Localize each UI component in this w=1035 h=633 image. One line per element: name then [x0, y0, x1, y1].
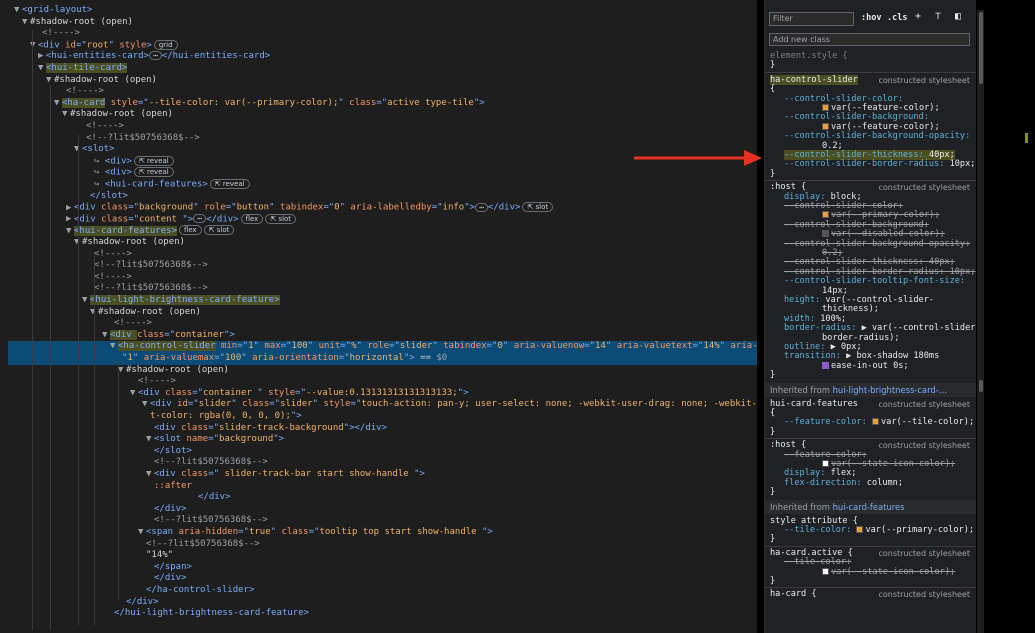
dom-node-line[interactable]: ▼ <hui-tile-card> — [0, 63, 757, 75]
dom-node-line[interactable]: </div> — [0, 504, 757, 516]
style-declaration[interactable]: --tile-color: var(--primary-color); — [770, 525, 974, 535]
close-brace: } — [770, 534, 776, 545]
dom-node-line[interactable]: ▼ #shadow-root (open) — [0, 17, 757, 29]
dom-node-line[interactable]: <!--?lit$50756368$--> — [0, 457, 757, 469]
dom-node-line[interactable]: ▼ <ha-control-slider min="1" max="100" un… — [8, 341, 757, 353]
add-class-input[interactable]: Add new class — [769, 33, 970, 46]
dom-node-line[interactable]: ▼ <div class=" slider-track-bar start sho… — [0, 469, 757, 481]
close-brace: } — [770, 576, 776, 586]
dom-node-line[interactable]: ▼ <hui-light-brightness-card-feature> — [0, 295, 757, 307]
dom-node-line[interactable]: ▼ <slot name="background"> — [0, 434, 757, 446]
page-marker — [1025, 133, 1028, 143]
indent-guide — [118, 360, 119, 600]
red-arrow-annotation — [634, 150, 762, 166]
dom-node-line[interactable]: </slot> — [0, 446, 757, 458]
dom-node-line[interactable]: ▼ <span aria-hidden="true" class="tooltip… — [0, 527, 757, 539]
dom-node-line[interactable]: <!----> — [0, 86, 757, 98]
filter-input[interactable]: Filter — [769, 12, 854, 26]
dom-node-line[interactable]: ▶ <div class="content "> ⋯ </div> flex ⇱ slot — [0, 213, 757, 226]
dom-node-line[interactable]: <!----> — [0, 249, 757, 261]
dom-node-line[interactable]: "14%" — [0, 550, 757, 562]
indent-guide — [94, 255, 95, 625]
close-brace: } — [770, 60, 776, 71]
dom-node-line[interactable]: ▼ <div class="container " style="--value:… — [0, 388, 757, 400]
styles-scrollbar[interactable] — [977, 10, 984, 633]
inherited-from-header: Inherited from hui-card-features — [765, 499, 976, 514]
section-divider — [765, 545, 976, 547]
dom-node-line[interactable]: <!----> — [0, 28, 757, 40]
dom-node-line[interactable]: </div> — [0, 492, 757, 504]
close-brace: } — [770, 370, 776, 381]
dom-node-line[interactable]: <!----> — [0, 318, 757, 330]
dom-node-line[interactable]: <!----> — [0, 121, 757, 133]
inherited-link[interactable]: hui-light-brightness-card-… — [833, 385, 948, 395]
page-strip — [985, 0, 1035, 633]
dom-node-line[interactable]: </span> — [0, 562, 757, 574]
dom-node-line[interactable]: <!--?lit$50756368$--> — [0, 539, 757, 551]
paint-icon[interactable]: ⊤ — [935, 11, 941, 22]
dom-node-line[interactable]: <!--?lit$50756368$--> — [0, 283, 757, 295]
indent-guide — [50, 85, 51, 630]
dom-node-line[interactable]: <!----> — [0, 272, 757, 284]
dom-node-line[interactable]: ↪ <hui-card-features> ⇱ reveal — [0, 179, 757, 191]
scroll-thumb-secondary[interactable] — [979, 380, 983, 392]
dom-node-line[interactable]: <!--?lit$50756368$--> — [0, 515, 757, 527]
hov-toggle[interactable]: :hov — [861, 13, 881, 23]
dom-node-line[interactable]: <div class="slider-track-background"></d… — [0, 423, 757, 435]
dom-node-line[interactable]: ▼ <ha-card style="--tile-color: var(--pri… — [0, 97, 757, 110]
inherited-link[interactable]: hui-card-features — [833, 502, 905, 512]
rule-selector: ha-card {constructed stylesheet — [770, 589, 970, 600]
section-divider — [765, 71, 976, 73]
section-divider — [765, 180, 976, 182]
close-brace: } — [770, 426, 776, 437]
style-declaration[interactable]: var(--state-icon-color); — [770, 567, 972, 577]
scroll-thumb[interactable] — [979, 12, 983, 84]
indent-guide — [32, 30, 33, 630]
indent-guide — [78, 135, 79, 625]
close-brace: } — [770, 487, 776, 498]
rule-selector: hui-card-features constructed stylesheet — [770, 398, 970, 409]
dom-node-line[interactable]: ▼ <grid-layout> — [0, 5, 757, 17]
style-declaration[interactable]: ease-in-out 0s; — [770, 361, 972, 371]
close-brace: } — [770, 168, 776, 179]
dom-node-line[interactable]: ▼ <div class="container"> — [0, 329, 757, 342]
dom-node-line[interactable]: </div> — [0, 597, 757, 609]
section-divider — [765, 587, 976, 589]
dom-node-line[interactable]: </div> — [0, 573, 757, 585]
inherited-from-header: Inherited from hui-light-brightness-card… — [765, 382, 976, 397]
dom-node-line[interactable]: <!--?lit$50756368$--> — [0, 133, 757, 145]
elements-panel: ▼ <grid-layout> ▼ #shadow-root (open) <!----… — [0, 0, 757, 633]
style-declaration[interactable]: --feature-color: var(--tile-color); — [770, 418, 974, 427]
dom-node-line[interactable]: </hui-light-brightness-card-feature> — [0, 608, 757, 620]
style-declaration[interactable]: flex-direction: column; — [770, 478, 972, 488]
dom-node-line[interactable]: ▼ #shadow-root (open) — [0, 365, 757, 377]
sidebar-toggle-icon[interactable]: ◧ — [955, 11, 961, 22]
dom-node-line[interactable]: ▼<div id="root" style>grid — [0, 39, 757, 52]
dom-node-line[interactable]: </slot> — [0, 191, 757, 203]
dom-node-line[interactable]: ▶ <hui-entities-card> ⋯ </hui-entities-card… — [0, 51, 757, 63]
dom-node-line[interactable]: ▼ <hui-card-features> flex ⇱ slot — [0, 225, 757, 237]
section-divider — [765, 438, 976, 440]
dom-node-line[interactable]: <!--?lit$50756368$--> — [0, 260, 757, 272]
rule-selector: ha-control-slider constructed stylesheet — [770, 74, 970, 85]
dom-node-line[interactable]: <!----> — [0, 376, 757, 388]
dom-node-line[interactable]: t-color: rgba(0, 0, 0, 0);"> — [0, 411, 757, 423]
element-style-rule: element.style { — [770, 51, 848, 61]
dom-node-line[interactable]: ▼ <div id="slider" class="slider" style="… — [0, 399, 757, 411]
style-declaration[interactable]: --control-slider-border-radius: 10px; — [770, 160, 975, 169]
dom-node-line[interactable]: </ha-control-slider> — [0, 585, 757, 597]
new-rule-icon[interactable]: + — [915, 11, 921, 22]
dom-node-line[interactable]: "1" aria-valuemax="100" aria-orientation… — [8, 353, 757, 365]
dom-node-line[interactable]: ▼ #shadow-root (open) — [0, 75, 757, 87]
cls-toggle[interactable]: .cls — [887, 13, 907, 23]
dom-node-line[interactable]: ↪ <div> ⇱ reveal — [0, 167, 757, 179]
dom-node-line[interactable]: ::after — [0, 481, 757, 493]
dom-node-line[interactable]: ▶ <div class="background" role="button" t… — [0, 202, 757, 214]
dom-node-line[interactable]: ▼ #shadow-root (open) — [0, 307, 757, 319]
dom-node-line[interactable]: ▼ #shadow-root (open) — [0, 237, 757, 249]
dom-node-line[interactable]: ▼ #shadow-root (open) — [0, 109, 757, 121]
styles-panel: Filter :hov .cls + ⊤ ◧ Add new class ele… — [764, 0, 976, 633]
